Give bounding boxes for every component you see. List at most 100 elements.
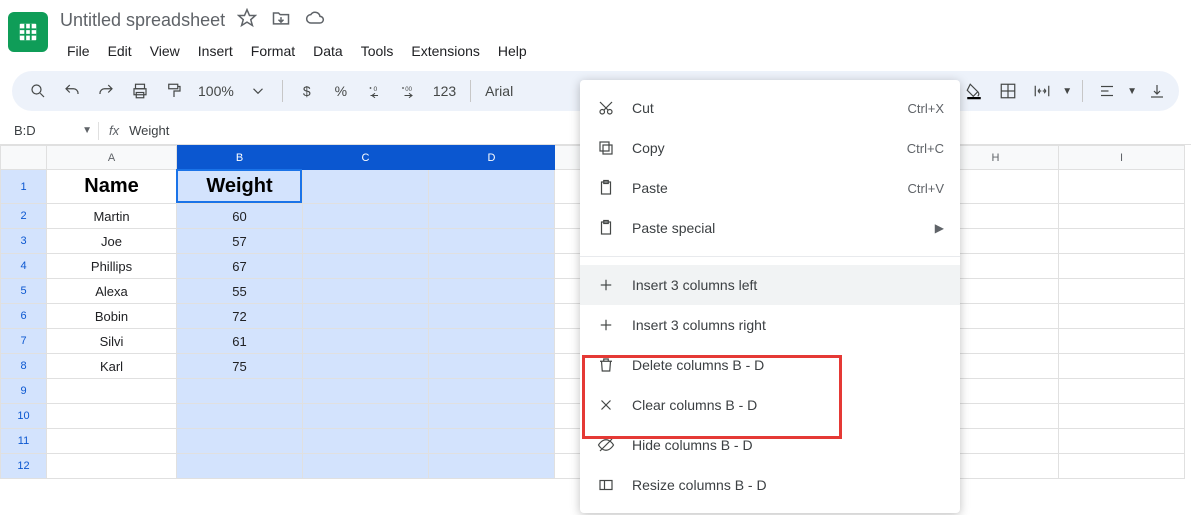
cell-C12[interactable] — [303, 454, 429, 479]
row-header-1[interactable]: 1 — [1, 170, 47, 204]
cell-B1[interactable]: Weight — [177, 170, 303, 204]
cell-B12[interactable] — [177, 454, 303, 479]
row-header-8[interactable]: 8 — [1, 354, 47, 379]
cell-B9[interactable] — [177, 379, 303, 404]
cell-A4[interactable]: Phillips — [47, 254, 177, 279]
cell-I12[interactable] — [1059, 454, 1185, 479]
cell-C7[interactable] — [303, 329, 429, 354]
align-button[interactable] — [1093, 77, 1121, 105]
menu-tools[interactable]: Tools — [354, 39, 401, 63]
menu-insert-columns-right[interactable]: Insert 3 columns right — [580, 305, 960, 345]
row-header-9[interactable]: 9 — [1, 379, 47, 404]
cell-B5[interactable]: 55 — [177, 279, 303, 304]
cell-D12[interactable] — [429, 454, 555, 479]
cell-C9[interactable] — [303, 379, 429, 404]
cloud-status-icon[interactable] — [305, 8, 325, 33]
cell-A12[interactable] — [47, 454, 177, 479]
chevron-down-icon[interactable]: ▼ — [1127, 86, 1137, 97]
cell-B7[interactable]: 61 — [177, 329, 303, 354]
cell-D2[interactable] — [429, 204, 555, 229]
menu-cut[interactable]: Cut Ctrl+X — [580, 88, 960, 128]
cell-I4[interactable] — [1059, 254, 1185, 279]
row-header-5[interactable]: 5 — [1, 279, 47, 304]
name-box[interactable]: B:D ▼ — [8, 123, 98, 138]
font-select[interactable]: Arial — [481, 83, 517, 99]
cell-I8[interactable] — [1059, 354, 1185, 379]
cell-A11[interactable] — [47, 429, 177, 454]
cell-A2[interactable]: Martin — [47, 204, 177, 229]
row-header-10[interactable]: 10 — [1, 404, 47, 429]
fill-color-button[interactable] — [960, 77, 988, 105]
cell-D8[interactable] — [429, 354, 555, 379]
cell-D11[interactable] — [429, 429, 555, 454]
cell-I6[interactable] — [1059, 304, 1185, 329]
cell-C11[interactable] — [303, 429, 429, 454]
cell-A1[interactable]: Name — [47, 170, 177, 204]
row-header-11[interactable]: 11 — [1, 429, 47, 454]
cell-B3[interactable]: 57 — [177, 229, 303, 254]
cell-D5[interactable] — [429, 279, 555, 304]
cell-A3[interactable]: Joe — [47, 229, 177, 254]
row-header-3[interactable]: 3 — [1, 229, 47, 254]
cell-D7[interactable] — [429, 329, 555, 354]
cell-B6[interactable]: 72 — [177, 304, 303, 329]
cell-A6[interactable]: Bobin — [47, 304, 177, 329]
cell-A8[interactable]: Karl — [47, 354, 177, 379]
cell-B10[interactable] — [177, 404, 303, 429]
increase-decimal-button[interactable]: 00 — [395, 77, 423, 105]
print-button[interactable] — [126, 77, 154, 105]
row-header-12[interactable]: 12 — [1, 454, 47, 479]
cell-B11[interactable] — [177, 429, 303, 454]
column-header-I[interactable]: I — [1059, 146, 1185, 170]
menu-edit[interactable]: Edit — [101, 39, 139, 63]
star-icon[interactable] — [237, 8, 257, 33]
redo-button[interactable] — [92, 77, 120, 105]
borders-button[interactable] — [994, 77, 1022, 105]
cell-D6[interactable] — [429, 304, 555, 329]
row-header-6[interactable]: 6 — [1, 304, 47, 329]
cell-D9[interactable] — [429, 379, 555, 404]
column-header-D[interactable]: D — [429, 146, 555, 170]
merge-button[interactable] — [1028, 77, 1056, 105]
cell-C10[interactable] — [303, 404, 429, 429]
move-icon[interactable] — [271, 8, 291, 33]
search-icon[interactable] — [24, 77, 52, 105]
cell-I2[interactable] — [1059, 204, 1185, 229]
column-header-B[interactable]: B — [177, 146, 303, 170]
menu-format[interactable]: Format — [244, 39, 302, 63]
cell-A10[interactable] — [47, 404, 177, 429]
cell-I9[interactable] — [1059, 379, 1185, 404]
formula-input[interactable]: Weight — [129, 123, 169, 138]
column-header-C[interactable]: C — [303, 146, 429, 170]
menu-help[interactable]: Help — [491, 39, 534, 63]
document-title[interactable]: Untitled spreadsheet — [60, 10, 225, 31]
cell-D4[interactable] — [429, 254, 555, 279]
cell-B4[interactable]: 67 — [177, 254, 303, 279]
cell-C1[interactable] — [303, 170, 429, 204]
row-header-7[interactable]: 7 — [1, 329, 47, 354]
valign-button[interactable] — [1143, 77, 1171, 105]
menu-copy[interactable]: Copy Ctrl+C — [580, 128, 960, 168]
chevron-down-icon[interactable]: ▼ — [82, 125, 92, 136]
currency-button[interactable]: $ — [293, 77, 321, 105]
cell-D3[interactable] — [429, 229, 555, 254]
cell-I10[interactable] — [1059, 404, 1185, 429]
number-format-button[interactable]: 123 — [429, 77, 460, 105]
decrease-decimal-button[interactable]: 0 — [361, 77, 389, 105]
cell-C2[interactable] — [303, 204, 429, 229]
cell-I1[interactable] — [1059, 170, 1185, 204]
cell-C4[interactable] — [303, 254, 429, 279]
undo-button[interactable] — [58, 77, 86, 105]
menu-insert[interactable]: Insert — [191, 39, 240, 63]
cell-D10[interactable] — [429, 404, 555, 429]
zoom-select[interactable]: 100% — [194, 83, 238, 99]
cell-B8[interactable]: 75 — [177, 354, 303, 379]
menu-data[interactable]: Data — [306, 39, 350, 63]
row-header-2[interactable]: 2 — [1, 204, 47, 229]
cell-D1[interactable] — [429, 170, 555, 204]
percent-button[interactable]: % — [327, 77, 355, 105]
column-header-A[interactable]: A — [47, 146, 177, 170]
chevron-down-icon[interactable] — [244, 77, 272, 105]
menu-paste-special[interactable]: Paste special ▶ — [580, 208, 960, 248]
cell-A5[interactable]: Alexa — [47, 279, 177, 304]
